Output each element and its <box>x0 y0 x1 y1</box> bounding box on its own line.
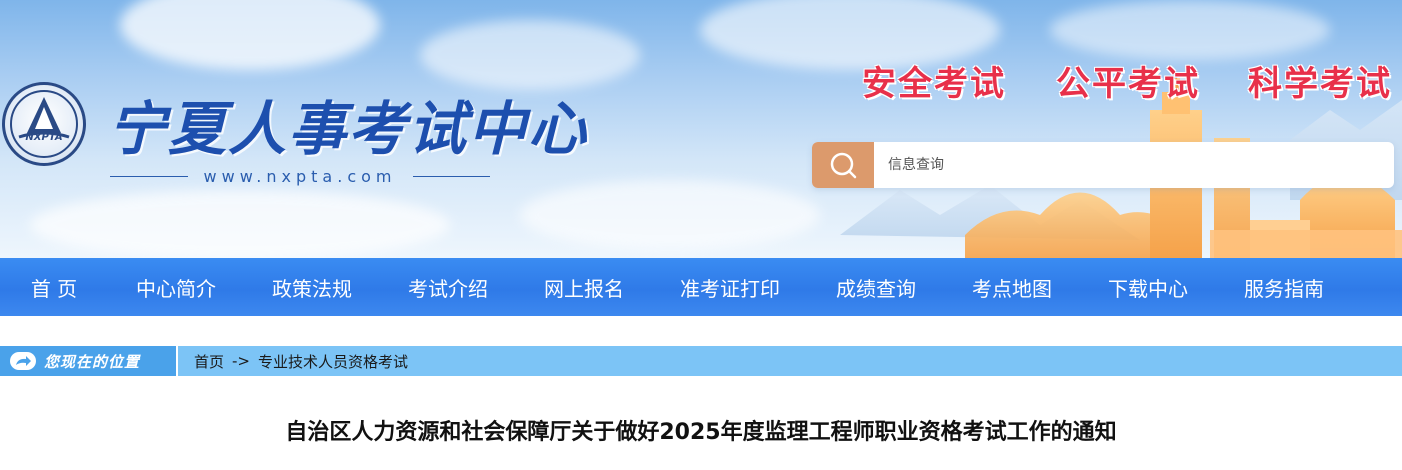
nav-item-service-guide[interactable]: 服务指南 <box>1216 258 1352 316</box>
site-url-text: www.nxpta.com <box>203 166 397 186</box>
search-input[interactable] <box>874 142 1394 188</box>
header-banner: NXPTA 宁夏人事考试中心 www.nxpta.com 安全考试 公平考试 科… <box>0 0 1402 258</box>
breadcrumb-label: 您现在的位置 <box>44 352 141 371</box>
breadcrumb-label-badge: 您现在的位置 <box>0 346 178 376</box>
logo-abbr: NXPTA <box>25 132 63 143</box>
nav-item-home[interactable]: 首 页 <box>0 258 108 316</box>
url-divider-left <box>110 175 188 177</box>
breadcrumb: 您现在的位置 首页 -> 专业技术人员资格考试 <box>0 346 1402 376</box>
location-arrow-icon <box>10 352 36 370</box>
url-divider-right <box>412 175 491 177</box>
nxpta-logo-emblem: NXPTA <box>2 82 86 166</box>
breadcrumb-home-link[interactable]: 首页 <box>194 351 224 372</box>
search-box <box>812 142 1394 188</box>
slogan-fair: 公平考试 <box>1056 64 1200 104</box>
nav-item-exam-site-map[interactable]: 考点地图 <box>944 258 1080 316</box>
breadcrumb-separator: -> <box>232 352 250 370</box>
search-icon <box>830 152 857 179</box>
breadcrumb-current-link[interactable]: 专业技术人员资格考试 <box>258 351 408 372</box>
article-title: 自治区人力资源和社会保障厅关于做好2025年度监理工程师职业资格考试工作的通知 <box>285 420 1117 445</box>
nav-item-score-query[interactable]: 成绩查询 <box>808 258 944 316</box>
breadcrumb-path: 首页 -> 专业技术人员资格考试 <box>178 351 408 372</box>
nav-item-online-registration[interactable]: 网上报名 <box>516 258 652 316</box>
site-title: 宁夏人事考试中心 <box>108 95 589 163</box>
nav-item-admission-ticket[interactable]: 准考证打印 <box>652 258 808 316</box>
slogan-safe: 安全考试 <box>862 64 1006 104</box>
main-nav: 首 页 中心简介 政策法规 考试介绍 网上报名 准考证打印 成绩查询 考点地图 … <box>0 258 1402 316</box>
search-button[interactable] <box>812 142 874 188</box>
nav-item-exam-intro[interactable]: 考试介绍 <box>380 258 516 316</box>
nav-item-about[interactable]: 中心简介 <box>108 258 244 316</box>
nav-item-policies[interactable]: 政策法规 <box>244 258 380 316</box>
slogan-scientific: 科学考试 <box>1248 64 1392 104</box>
nav-item-downloads[interactable]: 下载中心 <box>1080 258 1216 316</box>
site-url: www.nxpta.com <box>110 164 491 188</box>
